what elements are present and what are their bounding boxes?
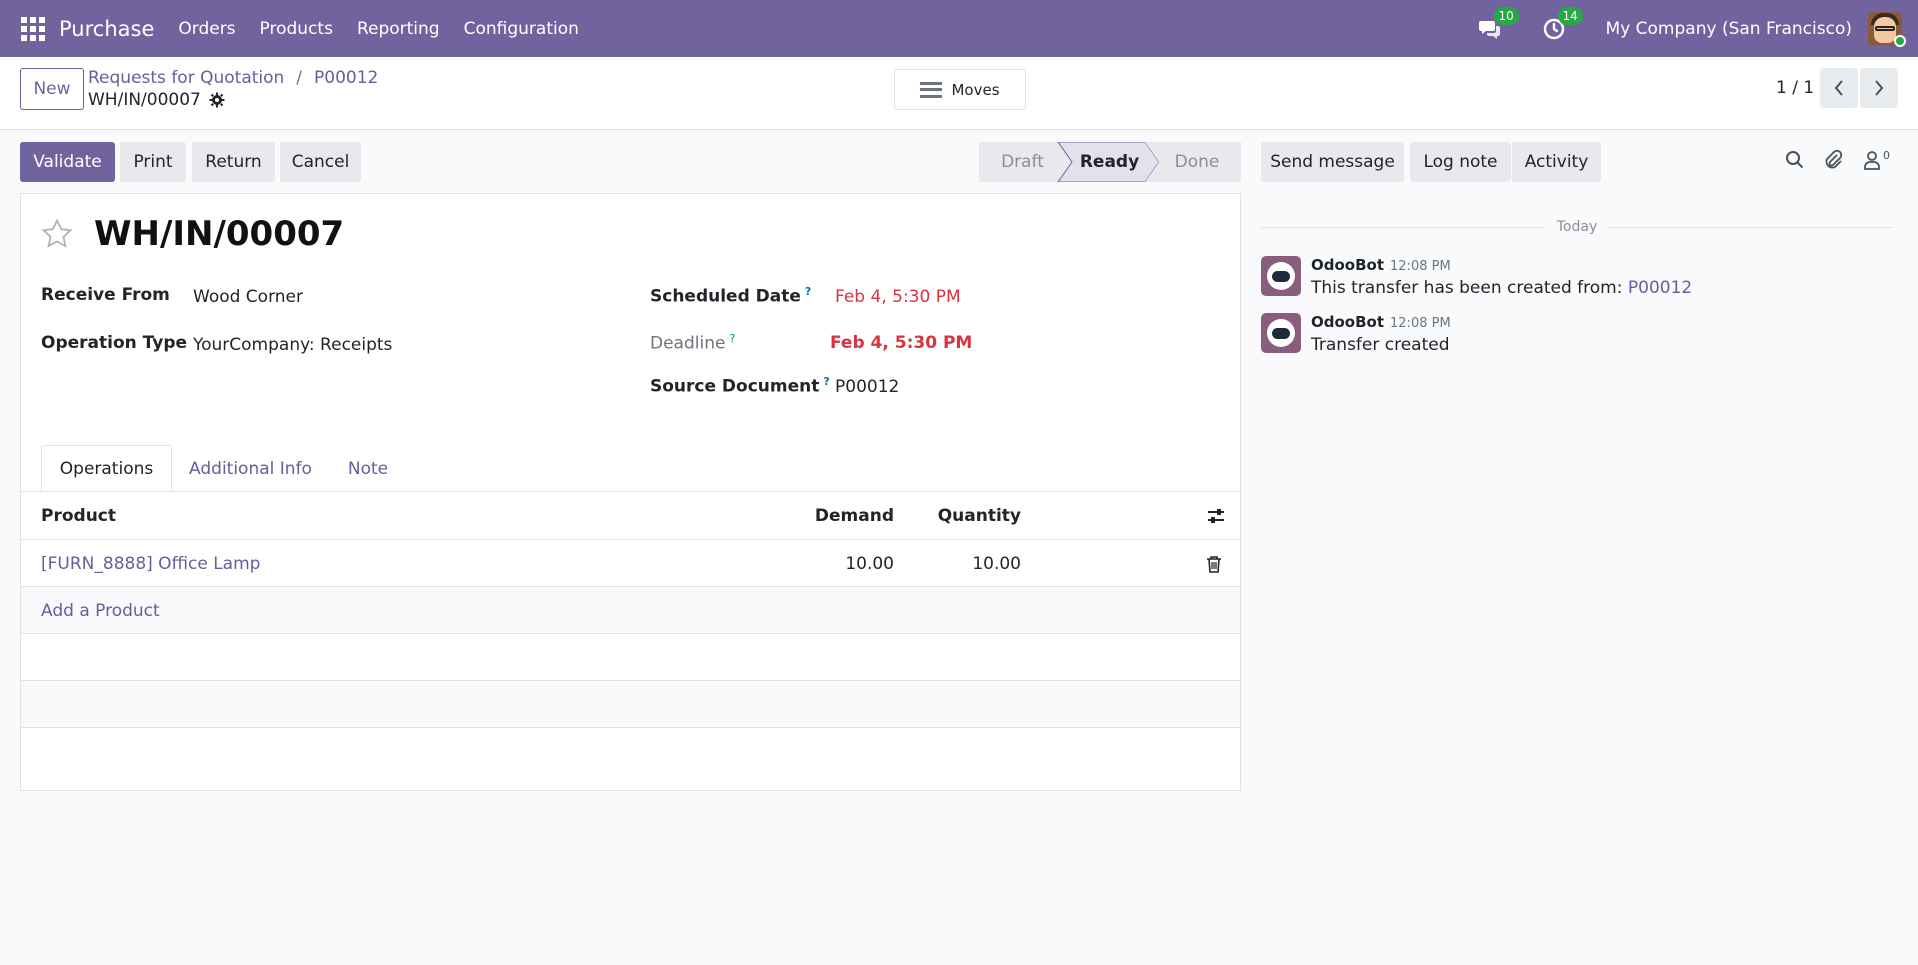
stage-ready[interactable]: Ready bbox=[1066, 142, 1153, 182]
tab-operations[interactable]: Operations bbox=[41, 445, 172, 492]
optional-columns-toggle[interactable] bbox=[1206, 492, 1226, 539]
gear-icon[interactable] bbox=[209, 92, 225, 108]
date-separator: Today bbox=[1261, 217, 1893, 237]
list-icon bbox=[920, 81, 943, 98]
validate-button[interactable]: Validate bbox=[20, 142, 115, 182]
add-product-row: Add a Product bbox=[21, 587, 1240, 634]
author-name[interactable]: OdooBot bbox=[1311, 313, 1384, 331]
activities-button[interactable]: 14 bbox=[1542, 6, 1583, 41]
user-icon bbox=[1864, 151, 1880, 170]
followers-button[interactable]: 0 bbox=[1862, 149, 1890, 171]
author-name[interactable]: OdooBot bbox=[1311, 256, 1384, 274]
odoobot-avatar[interactable] bbox=[1261, 313, 1301, 353]
moves-label: Moves bbox=[951, 80, 1000, 99]
activities-count-badge: 14 bbox=[1557, 6, 1583, 25]
star-icon[interactable] bbox=[40, 217, 74, 251]
new-button[interactable]: New bbox=[20, 68, 84, 110]
app-name[interactable]: Purchase bbox=[59, 17, 154, 41]
table-row[interactable]: [FURN_8888] Office Lamp 10.00 10.00 bbox=[21, 540, 1240, 587]
breadcrumb-rfq[interactable]: Requests for Quotation bbox=[88, 68, 284, 88]
pager-next-button[interactable] bbox=[1860, 68, 1898, 108]
column-demand[interactable]: Demand bbox=[741, 492, 894, 539]
quantity-value[interactable]: 10.00 bbox=[901, 540, 1021, 587]
breadcrumb: Requests for Quotation / P00012 WH/IN/00… bbox=[88, 67, 378, 111]
add-product-link[interactable]: Add a Product bbox=[41, 601, 160, 621]
attachments-button[interactable] bbox=[1823, 149, 1843, 176]
help-tooltip-icon[interactable]: ? bbox=[805, 285, 811, 298]
message-text: This transfer has been created from: bbox=[1311, 278, 1628, 298]
tab-additional-info[interactable]: Additional Info bbox=[172, 445, 329, 492]
operation-type-label: Operation Type bbox=[41, 333, 188, 353]
pager-value[interactable]: 1 / 1 bbox=[1776, 78, 1814, 98]
messages-count-badge: 10 bbox=[1493, 6, 1519, 25]
tab-note[interactable]: Note bbox=[329, 445, 407, 492]
empty-row bbox=[21, 681, 1240, 728]
source-document-field[interactable]: P00012 bbox=[835, 377, 899, 397]
online-status-dot bbox=[1894, 35, 1906, 47]
stage-done[interactable]: Done bbox=[1153, 142, 1241, 182]
scheduled-date-field[interactable]: Feb 4, 5:30 PM bbox=[835, 287, 961, 307]
company-switcher[interactable]: My Company (San Francisco) bbox=[1606, 19, 1852, 39]
source-document-label: Source Document? bbox=[650, 375, 830, 397]
apps-grid-icon[interactable] bbox=[21, 16, 45, 41]
record-title: WH/IN/00007 bbox=[94, 214, 345, 254]
help-tooltip-icon[interactable]: ? bbox=[729, 332, 735, 345]
breadcrumb-current: WH/IN/00007 bbox=[88, 90, 201, 110]
control-panel: New Requests for Quotation / P00012 WH/I… bbox=[0, 57, 1918, 130]
message-body: Transfer created bbox=[1311, 335, 1450, 355]
status-bar: Draft Ready Done bbox=[979, 142, 1241, 182]
stage-draft[interactable]: Draft bbox=[979, 142, 1066, 182]
chevron-left-icon bbox=[1834, 80, 1843, 96]
pager-previous-button[interactable] bbox=[1820, 68, 1858, 108]
message-time: 12:08 PM bbox=[1390, 316, 1451, 331]
demand-value: 10.00 bbox=[845, 553, 894, 574]
message-author: OdooBot 12:08 PM bbox=[1311, 313, 1451, 331]
column-product[interactable]: Product bbox=[41, 492, 116, 539]
form-sheet: WH/IN/00007 Receive From Wood Corner Ope… bbox=[20, 193, 1241, 791]
receive-from-field[interactable]: Wood Corner bbox=[193, 287, 303, 307]
deadline-label: Deadline? bbox=[650, 332, 736, 354]
message-time: 12:08 PM bbox=[1390, 259, 1451, 274]
product-name[interactable]: [FURN_8888] Office Lamp bbox=[41, 554, 260, 574]
sliders-icon bbox=[1208, 508, 1224, 523]
menu-products[interactable]: Products bbox=[260, 19, 333, 39]
cancel-button[interactable]: Cancel bbox=[280, 142, 361, 182]
messages-button[interactable]: 10 bbox=[1478, 6, 1519, 41]
top-navbar: Purchase Orders Products Reporting Confi… bbox=[0, 0, 1918, 57]
message-body: This transfer has been created from: P00… bbox=[1311, 278, 1692, 298]
operations-table-header: Product Demand Quantity bbox=[21, 492, 1240, 540]
activity-button[interactable]: Activity bbox=[1512, 142, 1601, 182]
message-source-link[interactable]: P00012 bbox=[1628, 278, 1692, 298]
return-button[interactable]: Return bbox=[192, 142, 275, 182]
print-button[interactable]: Print bbox=[120, 142, 186, 182]
search-messages-button[interactable] bbox=[1785, 149, 1805, 176]
menu-configuration[interactable]: Configuration bbox=[464, 19, 579, 39]
product-link[interactable]: [FURN_8888] Office Lamp bbox=[41, 540, 260, 587]
delete-row-button[interactable] bbox=[1206, 540, 1222, 587]
menu-reporting[interactable]: Reporting bbox=[357, 19, 440, 39]
odoobot-avatar[interactable] bbox=[1261, 256, 1301, 296]
column-quantity[interactable]: Quantity bbox=[901, 492, 1021, 539]
date-separator-label: Today bbox=[1556, 219, 1598, 235]
followers-count: 0 bbox=[1883, 149, 1890, 162]
message-author: OdooBot 12:08 PM bbox=[1311, 256, 1451, 274]
deadline-field: Feb 4, 5:30 PM bbox=[830, 333, 973, 353]
empty-row bbox=[21, 634, 1240, 681]
chevron-right-icon bbox=[1875, 80, 1884, 96]
scheduled-date-label: Scheduled Date? bbox=[650, 285, 812, 307]
log-note-button[interactable]: Log note bbox=[1410, 142, 1511, 182]
operation-type-field[interactable]: YourCompany: Receipts bbox=[193, 335, 392, 355]
send-message-button[interactable]: Send message bbox=[1261, 142, 1404, 182]
trash-icon bbox=[1207, 555, 1221, 573]
receive-from-label: Receive From bbox=[41, 285, 170, 305]
menu-orders[interactable]: Orders bbox=[178, 19, 235, 39]
paperclip-icon bbox=[1825, 149, 1843, 169]
moves-smart-button[interactable]: Moves bbox=[894, 69, 1026, 110]
breadcrumb-separator: / bbox=[296, 68, 303, 88]
search-icon bbox=[1786, 151, 1804, 169]
help-tooltip-icon[interactable]: ? bbox=[823, 375, 829, 388]
breadcrumb-po[interactable]: P00012 bbox=[314, 68, 378, 88]
